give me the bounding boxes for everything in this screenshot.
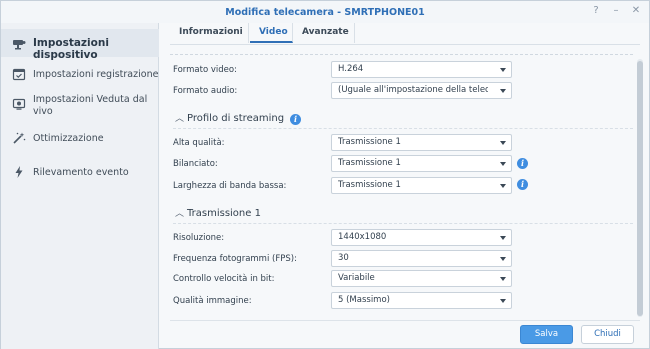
bitrate-control-value: Variabile [338, 273, 375, 283]
low-bandwidth-value: Trasmissione 1 [338, 180, 401, 190]
info-icon[interactable]: i [517, 179, 528, 190]
tab-informazioni[interactable]: Informazioni [170, 23, 249, 43]
chevron-down-icon [500, 162, 506, 166]
sidebar-item-label: Impostazioni dispositivo [33, 37, 109, 61]
magic-wand-icon [12, 131, 26, 145]
sidebar-item-recording-settings[interactable]: Impostazioni registrazione [1, 65, 159, 83]
chevron-down-icon [500, 257, 506, 261]
fps-label: Frequenza fotogrammi (FPS): [173, 254, 297, 264]
balanced-label: Bilanciato: [173, 159, 218, 169]
sidebar-item-label: Rilevamento evento [33, 167, 129, 178]
resolution-label: Risoluzione: [173, 233, 225, 243]
edit-camera-window: Modifica telecamera - SMRTPHONE01 ? – ✕ … [0, 0, 650, 349]
image-quality-label: Qualità immagine: [173, 296, 252, 306]
audio-format-select[interactable]: (Uguale all'impostazione della telecamer… [331, 82, 512, 99]
close-button[interactable]: Chiudi [581, 325, 634, 344]
sidebar-item-device-settings[interactable]: Impostazioni dispositivo [1, 29, 159, 61]
video-format-value: H.264 [338, 64, 364, 74]
high-quality-select[interactable]: Trasmissione 1 [331, 134, 512, 151]
section-divider [173, 128, 633, 129]
scrollbar-thumb[interactable] [637, 61, 643, 316]
close-icon[interactable]: ✕ [630, 5, 642, 17]
sidebar-item-label: Impostazioni registrazione [33, 69, 159, 80]
save-button[interactable]: Salva [520, 325, 573, 344]
streaming-profile-header[interactable]: ︿ Profilo di streaming [175, 113, 284, 125]
fps-select[interactable]: 30 [331, 250, 512, 267]
bitrate-control-label: Controllo velocità in bit: [173, 274, 275, 284]
resolution-select[interactable]: 1440x1080 [331, 229, 512, 246]
tab-separator [170, 44, 640, 45]
sidebar: Impostazioni dispositivo Impostazioni re… [1, 23, 159, 349]
audio-format-label: Formato audio: [173, 86, 238, 96]
video-format-label: Formato video: [173, 65, 237, 75]
chevron-up-icon: ︿ [175, 209, 185, 219]
minimize-icon[interactable]: – [610, 5, 622, 17]
footer-divider [170, 320, 640, 321]
streaming-profile-title: Profilo di streaming [187, 113, 285, 124]
content-divider [170, 54, 633, 55]
help-icon[interactable]: ? [590, 5, 602, 17]
audio-format-value: (Uguale all'impostazione della telecamer… [338, 85, 488, 95]
section-divider [173, 223, 633, 224]
sidebar-item-live-view-settings[interactable]: Impostazioni Veduta dal vivo [1, 91, 159, 119]
calendar-icon [12, 67, 26, 81]
balanced-value: Trasmissione 1 [338, 158, 401, 168]
stream1-header[interactable]: ︿ Trasmissione 1 [175, 208, 261, 220]
stream1-title: Trasmissione 1 [187, 208, 261, 219]
window-title: Modifica telecamera - SMRTPHONE01 [225, 7, 425, 18]
image-quality-select[interactable]: 5 (Massimo) [331, 292, 512, 309]
fps-value: 30 [338, 253, 349, 263]
chevron-down-icon [500, 89, 506, 93]
high-quality-value: Trasmissione 1 [338, 137, 401, 147]
live-view-icon [12, 97, 26, 111]
title-bar: Modifica telecamera - SMRTPHONE01 ? – ✕ [1, 1, 649, 23]
chevron-down-icon [500, 299, 506, 303]
sidebar-item-optimization[interactable]: Ottimizzazione [1, 129, 159, 147]
chevron-up-icon: ︿ [175, 114, 185, 124]
high-quality-label: Alta qualità: [173, 138, 225, 148]
sidebar-item-event-detection[interactable]: Rilevamento evento [1, 163, 159, 181]
low-bandwidth-select[interactable]: Trasmissione 1 [331, 177, 512, 194]
info-icon[interactable]: i [517, 158, 528, 169]
chevron-down-icon [500, 141, 506, 145]
info-icon[interactable]: i [290, 114, 301, 125]
chevron-down-icon [500, 236, 506, 240]
resolution-value: 1440x1080 [338, 232, 387, 242]
tab-bar: Informazioni Video Avanzate [170, 23, 640, 45]
sidebar-item-label: Impostazioni Veduta dal vivo [33, 94, 148, 117]
tab-video[interactable]: Video [250, 23, 293, 43]
chevron-down-icon [500, 68, 506, 72]
balanced-select[interactable]: Trasmissione 1 [331, 155, 512, 172]
image-quality-value: 5 (Massimo) [338, 295, 390, 305]
bitrate-control-select[interactable]: Variabile [331, 270, 512, 287]
tab-avanzate[interactable]: Avanzate [293, 23, 355, 43]
chevron-down-icon [500, 184, 506, 188]
lightning-icon [12, 165, 26, 179]
chevron-down-icon [500, 277, 506, 281]
video-format-select[interactable]: H.264 [331, 61, 512, 78]
sidebar-item-label: Ottimizzazione [33, 133, 104, 144]
low-bandwidth-label: Larghezza di banda bassa: [173, 181, 287, 191]
camera-icon [12, 37, 26, 51]
